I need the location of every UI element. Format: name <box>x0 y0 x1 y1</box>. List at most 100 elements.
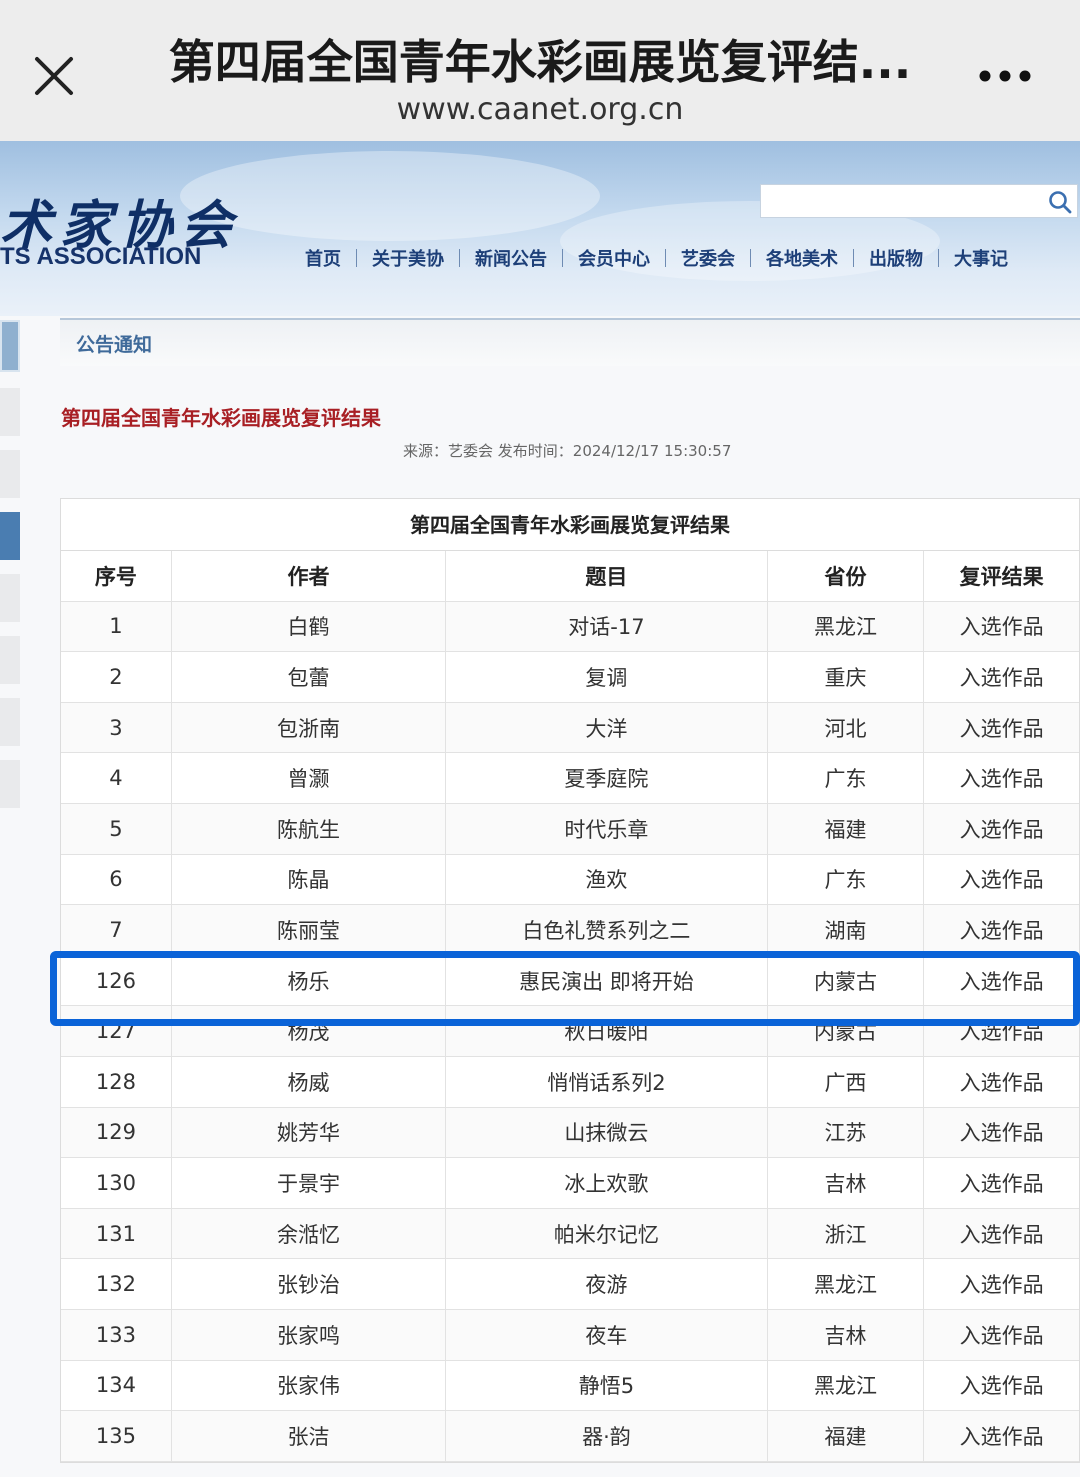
cell-province: 内蒙古 <box>768 1006 925 1056</box>
cell-province: 福建 <box>768 1411 925 1461</box>
table-row: 6 陈晶 渔欢 广东 入选作品 <box>61 854 1079 906</box>
cell-author: 于景宇 <box>172 1158 447 1208</box>
cell-title: 器·韵 <box>446 1411 768 1461</box>
cell-title: 复调 <box>446 652 768 702</box>
table-row: 130 于景宇 冰上欢歌 吉林 入选作品 <box>61 1158 1079 1209</box>
sidebar-tab[interactable] <box>0 574 20 622</box>
sidebar-tab[interactable] <box>0 760 20 808</box>
nav-item[interactable]: 出版物 <box>854 245 938 271</box>
cell-province: 福建 <box>768 803 925 854</box>
cell-index: 5 <box>61 803 172 854</box>
table-row: 1 白鹤 对话-17 黑龙江 入选作品 <box>61 601 1079 653</box>
cell-title: 时代乐章 <box>446 803 768 854</box>
cell-author: 陈航生 <box>172 803 447 854</box>
sidebar-pattern-icon <box>0 320 20 372</box>
cell-result: 入选作品 <box>959 1222 1044 1247</box>
nav-item[interactable]: 大事记 <box>939 245 1023 271</box>
sidebar-tab-active[interactable] <box>0 512 20 560</box>
cell-index: 4 <box>61 753 172 803</box>
cell-province: 广东 <box>768 854 925 905</box>
cell-title: 夜车 <box>446 1309 768 1360</box>
cell-result: 入选作品 <box>959 817 1044 842</box>
nav-item[interactable]: 新闻公告 <box>460 245 562 271</box>
cell-index: 128 <box>61 1056 172 1107</box>
article-meta: 来源：艺委会 发布时间：2024/12/17 15:30:57 <box>403 442 732 460</box>
cell-author: 曾灏 <box>172 753 447 803</box>
nav-item[interactable]: 关于美协 <box>357 245 459 271</box>
cell-result: 入选作品 <box>959 1121 1044 1146</box>
cell-index: 3 <box>61 702 172 753</box>
table-row: 132 张钞治 夜游 黑龙江 入选作品 <box>61 1259 1079 1310</box>
nav-item[interactable]: 会员中心 <box>563 245 665 271</box>
cell-province: 黑龙江 <box>768 601 925 652</box>
close-button[interactable] <box>24 46 84 106</box>
cell-title: 渔欢 <box>446 854 768 905</box>
cell-index: 6 <box>61 854 172 905</box>
header-cell-author: 作者 <box>172 551 447 601</box>
cell-province: 浙江 <box>768 1208 925 1259</box>
table-header-row: 序号 作者 题目 省份 复评结果 <box>61 551 1079 602</box>
cell-author: 张家鸣 <box>172 1309 447 1360</box>
cell-author: 包蕾 <box>172 652 447 702</box>
cell-title: 冰上欢歌 <box>446 1158 768 1208</box>
cell-province: 湖南 <box>768 905 925 955</box>
site-logo-english[interactable]: TS ASSOCIATION <box>0 243 201 271</box>
cell-result: 入选作品 <box>959 1374 1044 1399</box>
search-icon[interactable] <box>1047 189 1073 215</box>
notice-label[interactable]: 公告通知 <box>76 330 152 357</box>
header-cell-province: 省份 <box>768 551 925 601</box>
nav-item[interactable]: 各地美术 <box>751 245 853 271</box>
browser-top-bar: 第四届全国青年水彩画展览复评结... www.caanet.org.cn <box>0 0 1080 141</box>
cell-title: 夏季庭院 <box>446 753 768 803</box>
table-row: 4 曾灏 夏季庭院 广东 入选作品 <box>61 753 1079 804</box>
cell-author: 杨威 <box>172 1056 447 1107</box>
cell-index: 126 <box>61 955 172 1006</box>
table-row: 7 陈丽莹 白色礼赞系列之二 湖南 入选作品 <box>61 905 1079 956</box>
cell-result: 入选作品 <box>959 1020 1044 1045</box>
sidebar-tab[interactable] <box>0 388 20 436</box>
close-icon <box>35 57 73 95</box>
table-row: 134 张家伟 静悟5 黑龙江 入选作品 <box>61 1360 1079 1412</box>
nav-item[interactable]: 艺委会 <box>666 245 750 271</box>
cell-title: 惠民演出 即将开始 <box>446 955 768 1006</box>
sidebar-tab[interactable] <box>0 636 20 684</box>
cell-province: 广西 <box>768 1056 925 1107</box>
cell-result: 入选作品 <box>959 665 1044 690</box>
table-row: 129 姚芳华 山抹微云 江苏 入选作品 <box>61 1107 1079 1159</box>
table-row: 3 包浙南 大洋 河北 入选作品 <box>61 702 1079 754</box>
cell-province: 内蒙古 <box>768 955 925 1006</box>
cell-index: 132 <box>61 1259 172 1309</box>
cell-author: 余湉忆 <box>172 1208 447 1259</box>
cell-province: 广东 <box>768 753 925 803</box>
cell-result: 入选作品 <box>959 1273 1044 1298</box>
cell-province: 吉林 <box>768 1158 925 1208</box>
cell-result: 入选作品 <box>959 1070 1044 1095</box>
header-cell-result: 复评结果 <box>959 564 1044 589</box>
cell-province: 河北 <box>768 702 925 753</box>
header-cloud <box>180 151 600 241</box>
cell-title: 帕米尔记忆 <box>446 1208 768 1259</box>
cell-result: 入选作品 <box>959 716 1044 741</box>
cell-province: 江苏 <box>768 1107 925 1158</box>
sidebar-tab[interactable] <box>0 698 20 746</box>
cell-index: 130 <box>61 1158 172 1208</box>
cell-author: 杨茂 <box>172 1006 447 1056</box>
cell-index: 135 <box>61 1411 172 1461</box>
table-row: 128 杨威 悄悄话系列2 广西 入选作品 <box>61 1056 1079 1108</box>
main-nav: 首页 关于美协 新闻公告 会员中心 艺委会 各地美术 出版物 大事记 <box>290 245 1023 271</box>
page-title: 第四届全国青年水彩画展览复评结... <box>168 35 912 89</box>
cell-result: 入选作品 <box>959 868 1044 893</box>
results-table: 第四届全国青年水彩画展览复评结果 序号 作者 题目 省份 复评结果 1 白鹤 对话-17 黑龙江… <box>60 498 1080 1463</box>
cell-result: 入选作品 <box>959 1323 1044 1348</box>
table-row: 5 陈航生 时代乐章 福建 入选作品 <box>61 803 1079 855</box>
cell-author: 姚芳华 <box>172 1107 447 1158</box>
cell-index: 131 <box>61 1208 172 1259</box>
content-area: 公告通知 第四届全国青年水彩画展览复评结果 来源：艺委会 发布时间：2024/1… <box>0 316 1080 1477</box>
cell-author: 白鹤 <box>172 601 447 652</box>
sidebar-tab[interactable] <box>0 450 20 498</box>
more-button[interactable] <box>975 62 1035 90</box>
cell-province: 重庆 <box>768 652 925 702</box>
search-input[interactable] <box>760 184 1078 218</box>
nav-item[interactable]: 首页 <box>290 245 356 271</box>
cell-result: 入选作品 <box>959 918 1044 943</box>
